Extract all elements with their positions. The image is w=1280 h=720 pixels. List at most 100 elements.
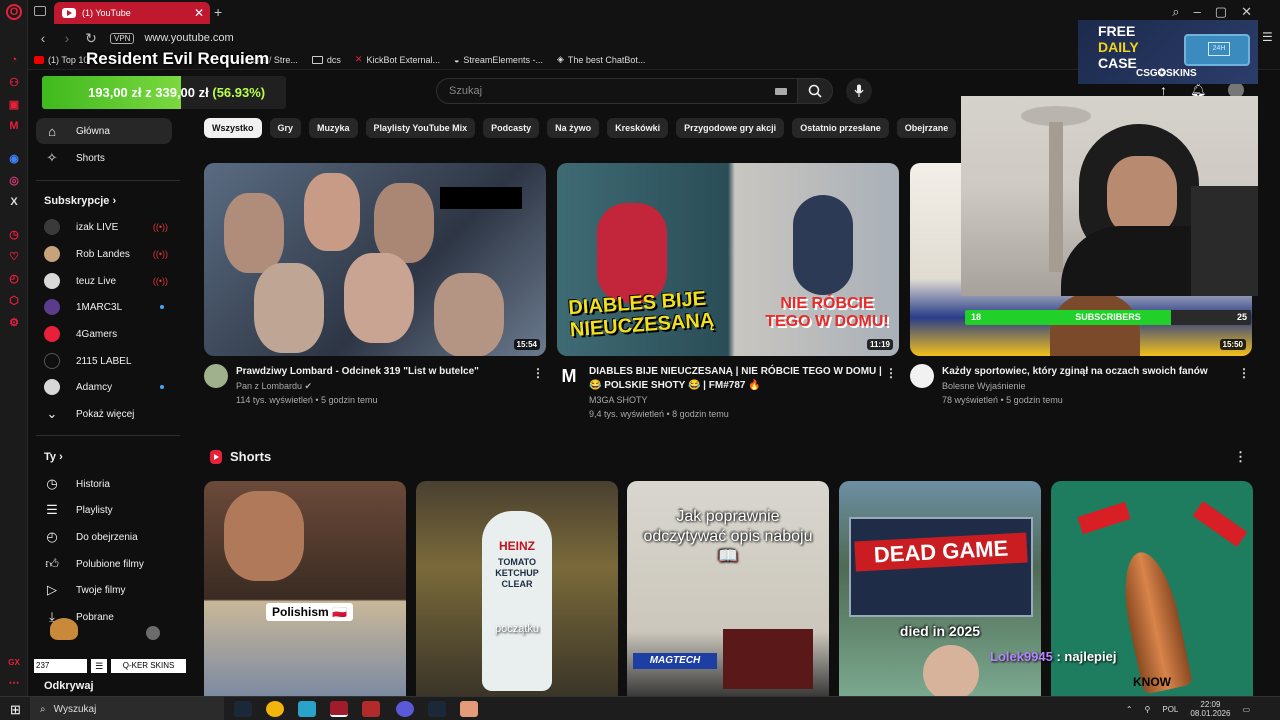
steam-icon[interactable]	[428, 701, 446, 717]
tab-islands-icon[interactable]	[34, 6, 46, 16]
sidebar-item-subscription[interactable]: 2115 LABEL	[36, 348, 172, 374]
meeter-icon[interactable]	[362, 701, 380, 717]
nav-your-videos[interactable]: ▷ Twoje filmy	[36, 577, 172, 603]
chip[interactable]: Obejrzane	[896, 118, 957, 138]
show-more-button[interactable]: ⌄ Pokaż więcej	[36, 401, 172, 427]
minimize-icon[interactable]: –	[1194, 4, 1201, 20]
chip[interactable]: Gry	[269, 118, 302, 138]
gx-icon[interactable]: GX	[6, 654, 22, 670]
video-thumbnail[interactable]: 15:54	[204, 163, 546, 356]
opera-taskbar-icon[interactable]	[330, 701, 348, 717]
sidebar-item-subscription[interactable]: izak LIVE ((•))	[36, 214, 172, 240]
menu-icon[interactable]: ☰	[1262, 30, 1273, 44]
bookmark-item[interactable]: ✕ KickBot External...	[355, 54, 440, 65]
history-icon[interactable]: ◷	[6, 226, 22, 242]
more-vert-icon[interactable]: ⋮	[885, 366, 897, 380]
more-vert-icon[interactable]: ⋮	[532, 366, 544, 380]
keyboard-icon[interactable]	[775, 88, 787, 95]
channel-name[interactable]: Bolesne Wyjaśnienie	[942, 381, 1025, 391]
app-icon[interactable]	[298, 701, 316, 717]
voice-search-button[interactable]	[846, 78, 872, 104]
nav-playlists[interactable]: ☰ Playlisty	[36, 497, 172, 523]
tool-menu-icon[interactable]: ☰	[91, 659, 108, 673]
windows-start-icon[interactable]: ⊞	[10, 702, 21, 718]
forward-icon[interactable]: ›	[58, 30, 76, 46]
clock-icon[interactable]: ◴	[6, 270, 22, 286]
bookmark-item[interactable]: ◒ StreamElements -...	[454, 55, 543, 65]
video-thumbnail[interactable]: DIABLES BIJE NIEUCZESANĄ NIE RÓBCIE TEGO…	[557, 163, 899, 356]
channel-avatar[interactable]	[910, 364, 934, 388]
short-thumbnail[interactable]: HEINZ TOMATO KETCHUP CLEAR początku	[416, 481, 618, 696]
opera-logo-icon[interactable]: O	[6, 4, 22, 20]
network-icon[interactable]: ⚲	[1145, 705, 1151, 714]
search-tabs-icon[interactable]: ⌕	[1172, 4, 1179, 20]
csgo-skins-ad[interactable]: FREE DAILY CASE 24H CSG✪SKINS	[1078, 20, 1258, 84]
chip[interactable]: Ostatnio przesłane	[792, 118, 889, 138]
chip[interactable]: Muzyka	[309, 118, 358, 138]
nav-history[interactable]: ◷ Historia	[36, 471, 172, 497]
back-icon[interactable]: ‹	[34, 30, 52, 46]
settings-icon[interactable]: ⚙	[6, 314, 22, 330]
video-title[interactable]: Prawdziwy Lombard - Odcinek 319 "List w …	[236, 365, 534, 379]
more-vert-icon[interactable]: ⋮	[1238, 366, 1250, 380]
nav-home[interactable]: ⌂ Główna	[36, 118, 172, 144]
search-button[interactable]	[797, 78, 833, 104]
sidebar-item-subscription[interactable]: Rob Landes ((•))	[36, 241, 172, 267]
steam-icon[interactable]	[234, 701, 252, 717]
more-vert-icon[interactable]: ⋮	[1234, 449, 1247, 465]
chip[interactable]: Kreskówki	[607, 118, 669, 138]
chip[interactable]: Playlisty YouTube Mix	[365, 118, 476, 138]
url-field[interactable]: www.youtube.com	[144, 32, 233, 44]
more-icon[interactable]: ⋯	[6, 674, 22, 690]
search-input[interactable]: Szukaj	[436, 78, 798, 104]
chip[interactable]: Podcasty	[483, 118, 540, 138]
mail-icon[interactable]: M	[6, 118, 22, 134]
messenger-icon[interactable]: ◉	[6, 150, 22, 166]
channel-name[interactable]: Pan z Lombardu ✔	[236, 381, 312, 392]
instagram-icon[interactable]: ◎	[6, 172, 22, 188]
bookmark-item[interactable]: (1) Top 10	[34, 55, 88, 65]
taskbar-search[interactable]: ⌕ Wyszukaj	[30, 697, 224, 720]
channel-avatar[interactable]	[204, 364, 228, 388]
channel-avatar[interactable]: M	[557, 364, 581, 388]
photos-icon[interactable]	[460, 701, 478, 717]
channel-name[interactable]: M3GA SHOTY	[589, 395, 648, 405]
chip[interactable]: Przygodowe gry akcji	[676, 118, 785, 138]
clock[interactable]: 22:09 08.01.2026	[1190, 700, 1230, 718]
maximize-icon[interactable]: ▢	[1215, 4, 1227, 20]
video-title[interactable]: DIABLES BIJE NIEUCZESANĄ | NIE RÓBCIE TE…	[589, 365, 887, 393]
bookmarks-icon[interactable]: ♡	[6, 248, 22, 264]
notifications-icon[interactable]: ▭	[1242, 705, 1250, 714]
obs-icon[interactable]	[396, 701, 414, 717]
reload-icon[interactable]: ↻	[82, 30, 100, 47]
tool-button[interactable]: Q-KER SKINS	[111, 659, 186, 673]
chip[interactable]: Wszystko	[204, 118, 262, 138]
nav-watch-later[interactable]: ◴ Do obejrzenia	[36, 524, 172, 550]
x-twitter-icon[interactable]: X	[6, 194, 22, 210]
chevron-up-icon[interactable]: ⌃	[1126, 705, 1133, 714]
sidebar-item-subscription[interactable]: 4Gamers	[36, 321, 172, 347]
bookmark-item[interactable]: ◈ The best ChatBot...	[557, 54, 645, 65]
player-icon[interactable]: ▣	[6, 96, 22, 112]
new-tab-button[interactable]: +	[214, 4, 222, 20]
tool-value-field[interactable]: 237	[34, 659, 88, 673]
chrome-icon[interactable]	[266, 701, 284, 717]
video-title[interactable]: Każdy sportowiec, który zginął na oczach…	[942, 365, 1240, 379]
vpn-badge[interactable]: VPN	[110, 32, 135, 44]
bookmark-folder[interactable]: dcs	[311, 55, 341, 65]
short-thumbnail[interactable]: Polishism 🇵🇱	[204, 481, 406, 696]
crypto-wallet-icon[interactable]: ⚇	[6, 74, 22, 90]
sidebar-item-subscription[interactable]: Adamcy	[36, 374, 172, 400]
sidebar-item-subscription[interactable]: teuz Live ((•))	[36, 268, 172, 294]
language-indicator[interactable]: POL	[1162, 705, 1178, 714]
subscriptions-header[interactable]: Subskrypcje ›	[44, 195, 116, 207]
chip[interactable]: Na żywo	[547, 118, 600, 138]
sidebar-item-subscription[interactable]: 1MARC3L	[36, 294, 172, 320]
opera-ai-icon[interactable]: ◔	[6, 52, 22, 68]
nav-shorts[interactable]: ✧ Shorts	[36, 145, 172, 171]
extensions-icon[interactable]: ⬡	[6, 292, 22, 308]
nav-liked[interactable]: 👍︎ Polubione filmy	[36, 551, 172, 577]
close-window-icon[interactable]: ✕	[1241, 4, 1252, 20]
short-thumbnail[interactable]: Jak poprawnie odczytywać opis naboju 📖 M…	[627, 481, 829, 696]
you-header[interactable]: Ty ›	[44, 451, 63, 463]
